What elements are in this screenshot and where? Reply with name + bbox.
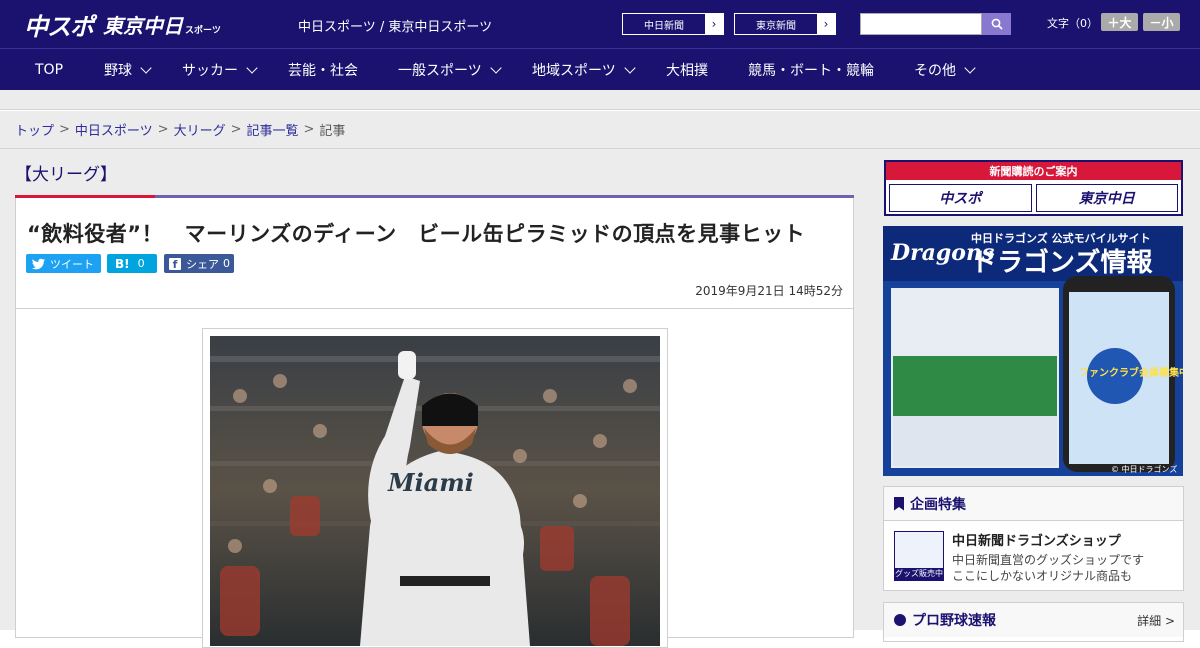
dragons-mobile-ad[interactable]: 中日ドラゴンズ 公式モバイルサイト Dragons ドラゴンズ情報 ファンクラブ… [883, 226, 1183, 476]
nav-label: サッカー [182, 62, 238, 79]
font-larger-button[interactable]: ＋大 [1101, 13, 1138, 31]
nav-soccer[interactable]: サッカー [182, 49, 258, 90]
ad-title: ドラゴンズ情報 [971, 247, 1153, 278]
ad-band [0, 90, 1200, 110]
nav-label: 大相撲 [666, 62, 708, 79]
baseball-more-link[interactable]: 詳細 > [1137, 612, 1175, 629]
facebook-share-button[interactable]: f シェア 0 [164, 254, 234, 273]
breadcrumb: トップ > 中日スポーツ > 大リーグ > 記事一覧 > 記事 [0, 111, 1200, 149]
chevron-down-icon [490, 61, 502, 74]
ribbon-icon [894, 496, 904, 511]
nav-general-sports[interactable]: 一般スポーツ [398, 49, 502, 90]
divider [16, 308, 853, 309]
hatena-count: 0 [137, 257, 145, 270]
nav-label: 地域スポーツ [532, 62, 616, 79]
article-photo-frame: Miami [202, 328, 668, 648]
nav-label: 芸能・社会 [288, 62, 358, 79]
facebook-count: 0 [223, 257, 230, 270]
ad-badge: ファンクラブ会員募集中 [1079, 366, 1183, 379]
nav-sumo[interactable]: 大相撲 [666, 49, 708, 90]
chevron-right-icon: › [705, 14, 723, 34]
hatena-icon: B! [115, 256, 130, 271]
ad-copyright: © 中日ドラゴンズ [1111, 464, 1177, 474]
feature-thumb-label: グッズ販売中 [895, 568, 943, 580]
breadcrumb-current: 記事 [319, 124, 346, 139]
breadcrumb-link[interactable]: 大リーグ [174, 120, 226, 139]
logo-sports: スポーツ [185, 25, 221, 36]
nav-local-sports[interactable]: 地域スポーツ [532, 49, 636, 90]
chunichi-shimbun-link[interactable]: 中日新聞 › [622, 13, 724, 35]
nav-other[interactable]: その他 [914, 49, 976, 90]
feature-heading: 企画特集 [884, 487, 1183, 521]
feature-item-desc: ここにしかないオリジナル商品も [952, 569, 1133, 583]
site-title: 中日スポーツ / 東京中日スポーツ [298, 20, 493, 35]
baseball-player-photo: Miami [210, 336, 660, 646]
search-icon [991, 18, 1003, 30]
baseball-score-label: プロ野球速報 [912, 613, 996, 629]
nav-label: 野球 [104, 62, 132, 79]
article-date: 2019年9月21日 14時52分 [695, 284, 843, 298]
tweet-button[interactable]: ツイート [26, 254, 101, 273]
ad-top-line: 中日ドラゴンズ 公式モバイルサイト [971, 231, 1151, 245]
search-input[interactable] [860, 13, 982, 35]
facebook-label: シェア [186, 257, 219, 271]
main-nav: TOP 野球 サッカー 芸能・社会 一般スポーツ 地域スポーツ 大相撲 競馬・ボ… [0, 48, 1200, 90]
breadcrumb-link[interactable]: トップ [15, 120, 54, 139]
chevron-down-icon [246, 61, 258, 74]
jersey-text: Miami [387, 468, 474, 497]
dragons-ad-graphic: 中日ドラゴンズ 公式モバイルサイト Dragons ドラゴンズ情報 ファンクラブ… [883, 226, 1183, 476]
feature-item[interactable]: グッズ販売中 中日新聞ドラゴンズショップ 中日新聞直営のグッズショップです ここ… [884, 523, 1183, 589]
feature-heading-label: 企画特集 [910, 496, 966, 513]
nav-label: TOP [35, 61, 64, 78]
nav-entertainment[interactable]: 芸能・社会 [288, 49, 358, 90]
subscription-heading: 新聞購読のご案内 [886, 162, 1181, 180]
nav-racing[interactable]: 競馬・ボート・競輪 [748, 49, 874, 90]
font-smaller-button[interactable]: －小 [1143, 13, 1180, 31]
subscribe-tokyo-chunichi-link[interactable]: 東京中日 [1035, 184, 1178, 212]
feature-thumb: グッズ販売中 [894, 531, 944, 581]
nav-label: その他 [914, 62, 956, 79]
site-logo[interactable]: 中スポ 東京中日 スポーツ [24, 8, 221, 41]
search-button[interactable] [982, 13, 1011, 35]
article-headline: “飲料役者”！ マーリンズのディーン ビール缶ピラミッドの頂点を見事ヒット [27, 222, 806, 246]
nav-baseball[interactable]: 野球 [104, 49, 152, 90]
tokyo-shimbun-link[interactable]: 東京新聞 › [734, 13, 836, 35]
feature-item-desc: 中日新聞直営のグッズショップです [952, 553, 1145, 567]
top-header: 中スポ 東京中日 スポーツ 中日スポーツ / 東京中日スポーツ 中日新聞 › 東… [0, 0, 1200, 48]
breadcrumb-link[interactable]: 記事一覧 [247, 120, 299, 139]
tokyo-shimbun-label: 東京新聞 [756, 20, 796, 32]
twitter-icon [32, 258, 45, 269]
breadcrumb-separator: > [59, 122, 70, 137]
nav-top[interactable]: TOP [35, 49, 63, 90]
subscription-banner[interactable]: 新聞購読のご案内 中スポ 東京中日 [884, 160, 1183, 216]
feature-item-title: 中日新聞ドラゴンズショップ [952, 534, 1121, 549]
font-size-label: 文字（0） [1047, 17, 1098, 30]
nav-label: 競馬・ボート・競輪 [748, 62, 874, 79]
logo-tokyo-chunichi: 東京中日 [103, 13, 183, 38]
article-card: “飲料役者”！ マーリンズのディーン ビール缶ピラミッドの頂点を見事ヒット ツイ… [15, 198, 854, 648]
breadcrumb-separator: > [303, 122, 315, 137]
chevron-down-icon [624, 61, 636, 74]
section-title: 【大リーグ】 [15, 165, 117, 185]
facebook-icon: f [169, 257, 181, 271]
chevron-down-icon [964, 61, 976, 74]
subscribe-chuspo-link[interactable]: 中スポ [889, 184, 1032, 212]
breadcrumb-link[interactable]: 中日スポーツ [75, 120, 153, 139]
tweet-label: ツイート [50, 257, 94, 271]
article-photo[interactable]: Miami [210, 336, 660, 646]
baseball-score-heading: プロ野球速報 詳細 > [884, 603, 1183, 637]
breadcrumb-separator: > [230, 122, 242, 137]
feature-box: 企画特集 グッズ販売中 中日新聞ドラゴンズショップ 中日新聞直営のグッズショップ… [883, 486, 1184, 591]
breadcrumb-separator: > [157, 122, 169, 137]
nav-label: 一般スポーツ [398, 62, 482, 79]
chevron-right-icon: › [817, 14, 835, 34]
logo-chuspo: 中スポ [24, 12, 94, 41]
chunichi-shimbun-label: 中日新聞 [644, 20, 684, 32]
chevron-down-icon [140, 61, 152, 74]
hatena-bookmark-button[interactable]: B! 0 [107, 254, 157, 273]
baseball-icon [894, 614, 906, 626]
baseball-score-box: プロ野球速報 詳細 > [883, 602, 1184, 642]
